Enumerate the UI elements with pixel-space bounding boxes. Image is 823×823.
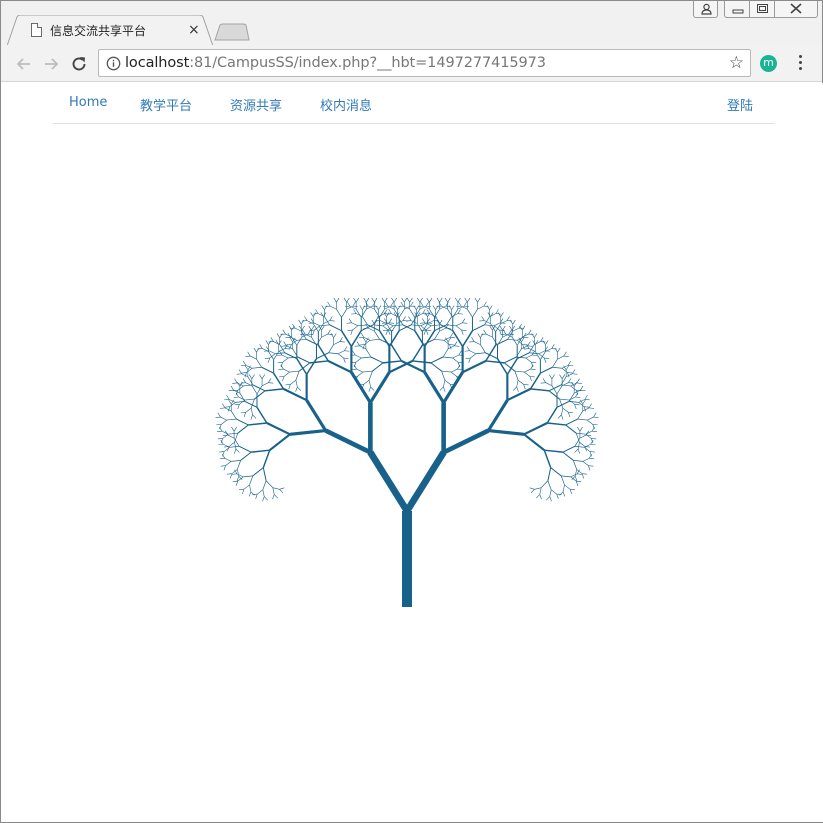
address-bar[interactable]: localhost:81/CampusSS/index.php?__hbt=14… — [98, 49, 751, 77]
url-text[interactable]: localhost:81/CampusSS/index.php?__hbt=14… — [125, 55, 546, 71]
page-icon — [31, 23, 42, 37]
minimize-button[interactable] — [724, 1, 750, 18]
maximize-icon — [757, 4, 768, 13]
browser-window: 信息交流共享平台 × localhost:81/CampusSS/index.p… — [0, 0, 823, 823]
person-icon — [701, 3, 712, 15]
url-path: :81/CampusSS/index.php?__hbt=14972774159… — [189, 55, 546, 71]
info-icon[interactable] — [106, 56, 121, 71]
maximize-button[interactable] — [750, 1, 775, 18]
browser-toolbar: localhost:81/CampusSS/index.php?__hbt=14… — [1, 45, 822, 82]
forward-arrow-icon[interactable] — [41, 54, 61, 74]
minimize-icon — [732, 9, 744, 14]
tree-branches — [215, 297, 599, 607]
bookmark-star-icon[interactable]: ☆ — [729, 54, 744, 72]
fractal-tree — [215, 297, 599, 607]
reload-icon[interactable] — [69, 54, 89, 74]
close-icon — [790, 3, 802, 14]
close-button[interactable] — [775, 1, 818, 18]
extension-icon[interactable]: m — [760, 55, 777, 72]
back-arrow-icon[interactable] — [14, 54, 34, 74]
title-bar: 信息交流共享平台 × — [1, 1, 822, 46]
window-controls — [693, 1, 818, 19]
page-content: Home 教学平台 资源共享 校内消息 登陆 — [2, 83, 823, 822]
tab-close-icon[interactable]: × — [188, 21, 200, 39]
profile-button[interactable] — [693, 1, 718, 18]
tab-title: 信息交流共享平台 — [50, 24, 147, 38]
menu-dots-icon[interactable] — [799, 55, 803, 71]
new-tab-button[interactable] — [214, 23, 250, 41]
url-host: localhost — [125, 55, 190, 71]
